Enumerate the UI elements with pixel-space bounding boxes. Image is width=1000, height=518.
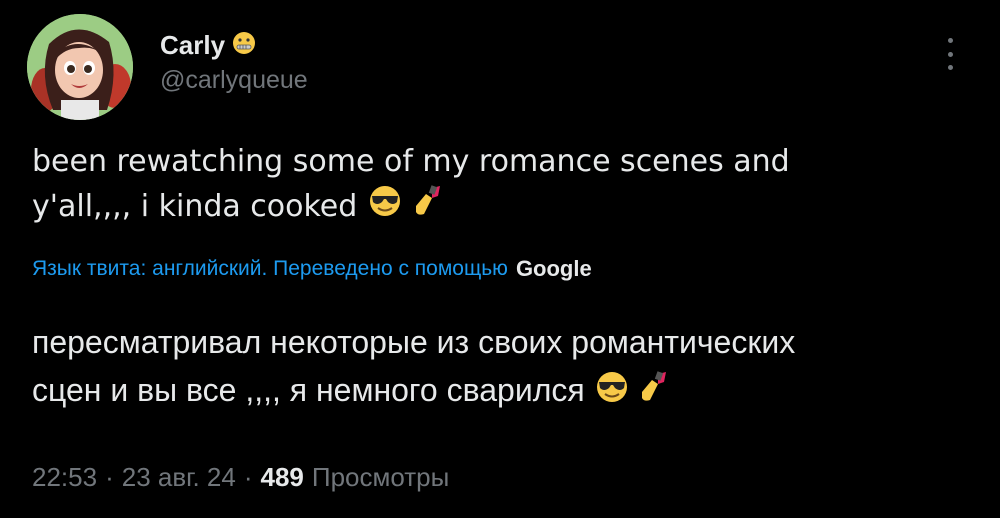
nail-polish-icon	[412, 184, 444, 231]
tweet-date[interactable]: 23 авг. 24	[122, 462, 236, 493]
meta-separator: ·	[243, 462, 253, 492]
display-name[interactable]: Carly	[160, 30, 225, 61]
avatar[interactable]	[27, 14, 133, 120]
translation-note[interactable]: Язык твита: английский. Переведено с пом…	[32, 256, 952, 282]
meta-separator: ·	[105, 462, 114, 492]
views-label: Просмотры	[311, 462, 450, 492]
views-count: 489	[260, 462, 304, 492]
zipper-mouth-face-icon	[231, 30, 257, 61]
author-name-row[interactable]: Carly	[160, 30, 257, 61]
tweet-meta: 22:53 · 23 авг. 24 · 489 Просмотры	[32, 462, 449, 493]
nail-polish-icon	[638, 369, 670, 417]
translated-text-line: сцен и вы все ,,,, я немного сварился	[32, 366, 972, 417]
translation-note-text[interactable]: Язык твита: английский. Переведено с пом…	[32, 257, 508, 281]
more-options-icon[interactable]	[938, 34, 962, 74]
translated-text-line: пересматривал некоторые из своих романти…	[32, 324, 796, 360]
sunglasses-face-icon	[594, 369, 630, 417]
google-logo: Google	[515, 256, 592, 281]
avatar-illustration	[27, 14, 133, 120]
translated-text: пересматривал некоторые из своих романти…	[32, 318, 972, 417]
tweet-time[interactable]: 22:53	[32, 462, 97, 493]
author-handle[interactable]: @carlyqueue	[160, 66, 308, 95]
tweet-text: been rewatching some of my romance scene…	[32, 140, 952, 231]
tweet-text-line: y'all,,,, i kinda cooked	[32, 184, 952, 231]
tweet-text-line: been rewatching some of my romance scene…	[32, 144, 790, 179]
sunglasses-face-icon	[367, 184, 403, 231]
